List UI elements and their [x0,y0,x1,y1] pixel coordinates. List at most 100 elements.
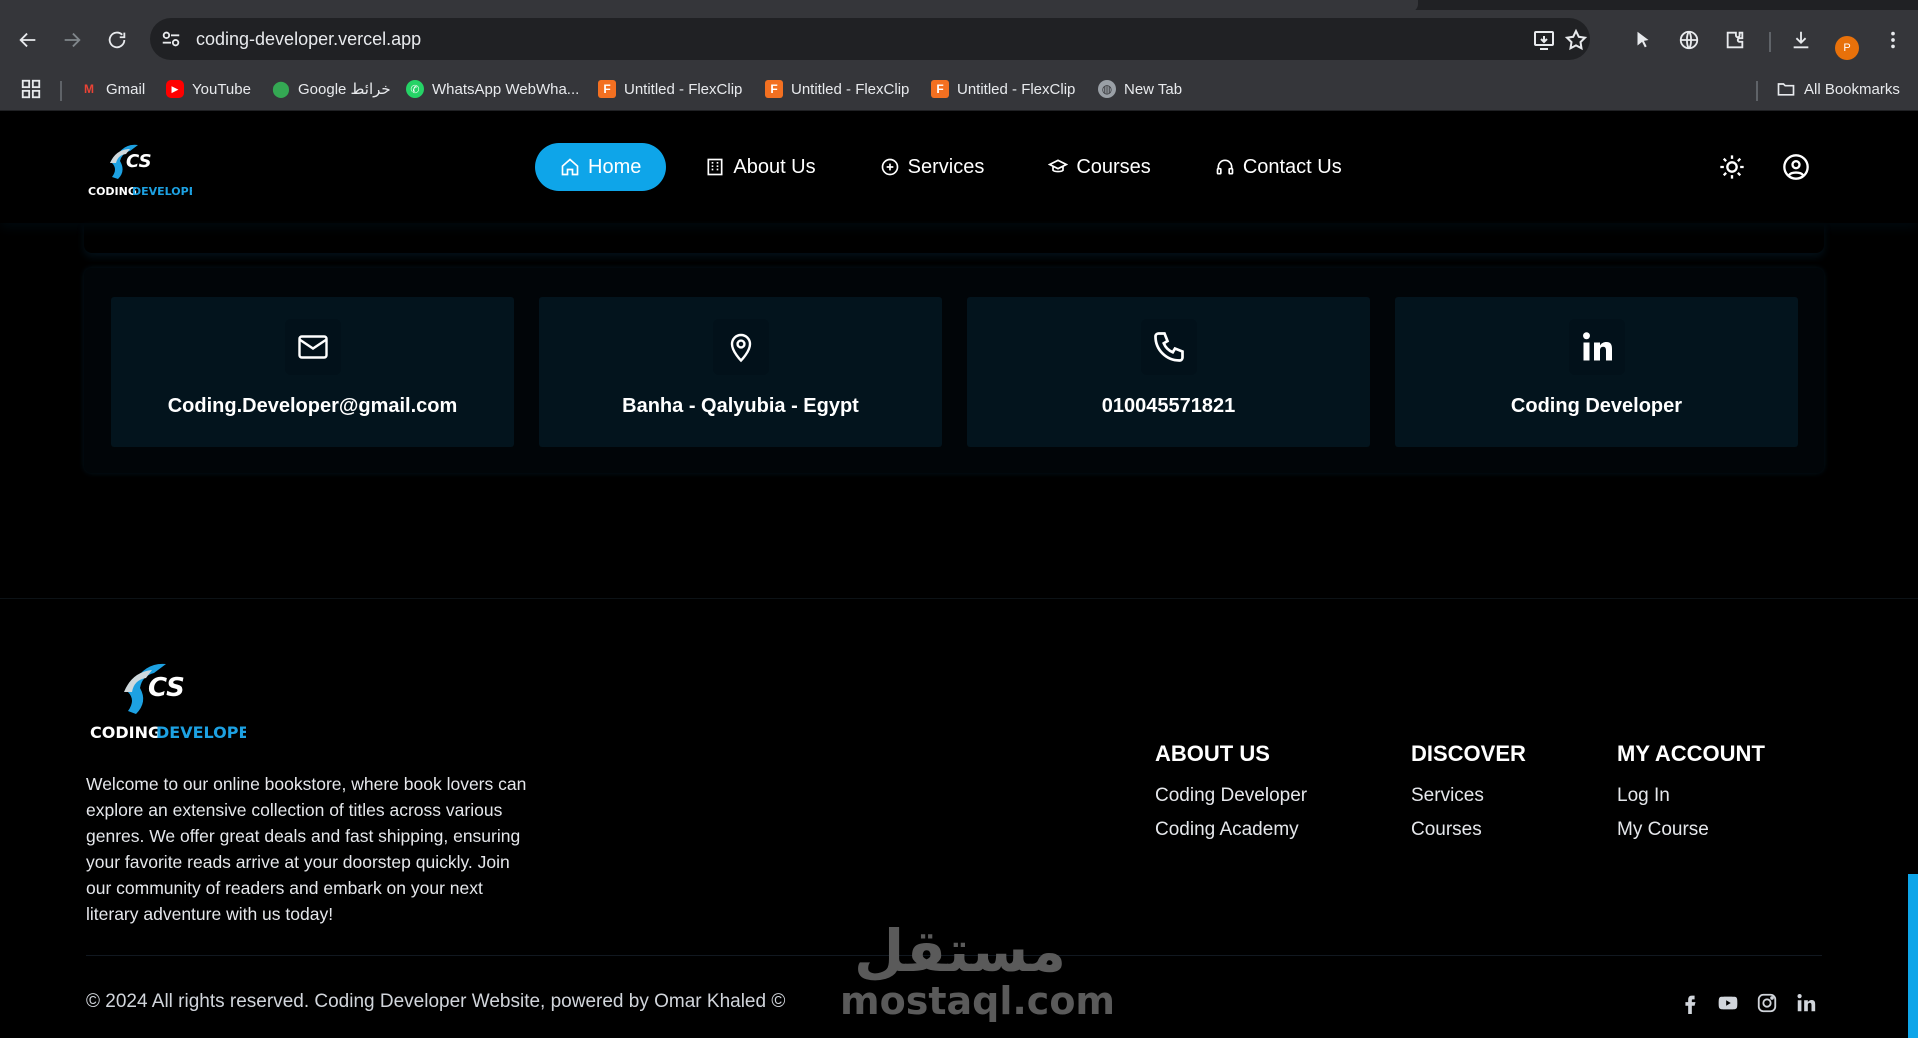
nav-courses[interactable]: Courses [1023,143,1175,191]
contact-linkedin[interactable]: Coding Developer [1395,395,1798,418]
bookmark-whatsapp[interactable]: ✆ WhatsApp WebWha... [406,75,579,103]
browser-toolbar: coding-developer.vercel.app P [0,10,1918,68]
back-button[interactable] [13,25,43,55]
nav-label: Contact Us [1242,155,1342,178]
contact-location: Banha - Qalyubia - Egypt [622,395,859,417]
reload-button[interactable] [102,25,132,55]
svg-text:CODING: CODING [90,723,161,742]
youtube-icon[interactable] [1717,992,1739,1014]
vpn-extension-icon[interactable] [1676,27,1702,53]
plus-circle-icon [881,158,898,176]
headset-icon [1216,159,1234,175]
address-bar[interactable]: coding-developer.vercel.app [150,18,1590,60]
nav-home[interactable]: Home [535,143,667,191]
download-icon[interactable] [1788,27,1814,53]
apps-icon[interactable] [20,75,42,103]
bookmark-label: YouTube [192,80,251,98]
bookmark-label: Untitled - FlexClip [957,80,1076,98]
home-icon [561,158,579,176]
footer-link[interactable]: Log In [1617,785,1765,807]
main-nav: Home About Us Services Courses Contact U… [535,143,1381,191]
bookmark-maps[interactable]: ⬤ Google خرائط [272,75,391,103]
bookmark-new-tab[interactable]: ◍ New Tab [1098,75,1182,103]
theme-toggle-sun-icon[interactable] [1718,153,1746,181]
footer-about-text: Welcome to our online bookstore, where b… [86,774,527,924]
facebook-icon[interactable] [1679,992,1701,1014]
forward-button[interactable] [57,25,87,55]
contact-card-email[interactable]: Coding.Developer@gmail.com [111,297,514,447]
youtube-icon: ▶ [166,80,184,98]
toolbar-separator [1769,32,1771,52]
tab-strip [0,0,1918,12]
arrow-right-icon [64,32,81,48]
contact-phone[interactable]: 010045571821 [967,395,1370,418]
bookmark-flexclip-3[interactable]: F Untitled - FlexClip [931,75,1075,103]
instagram-icon[interactable] [1756,992,1778,1014]
profile-avatar[interactable]: P [1835,36,1859,60]
svg-text:CODING: CODING [88,185,137,198]
nav-label: About Us [733,155,816,178]
bookmarks-bar: M Gmail ▶ YouTube ⬤ Google خرائط ✆ Whats… [0,68,1918,111]
footer-column-about: ABOUT US Coding Developer Coding Academy [1155,741,1307,853]
bookmark-gmail[interactable]: M Gmail [80,75,145,103]
install-app-icon[interactable] [1532,28,1556,52]
flexclip-icon: F [765,80,783,98]
linkedin-icon[interactable] [1795,992,1817,1014]
user-account-icon[interactable] [1782,153,1810,181]
nav-label: Services [907,155,985,178]
cursor-extension-icon[interactable] [1630,27,1656,53]
linkedin-icon [1568,319,1625,375]
contact-card-location[interactable]: Banha - Qalyubia - Egypt [539,297,942,447]
nav-label: Courses [1076,155,1151,178]
reload-icon [108,31,126,49]
footer-link[interactable]: My Course [1617,819,1765,841]
bookmark-flexclip-1[interactable]: F Untitled - FlexClip [598,75,742,103]
svg-text:CS: CS [126,151,152,172]
svg-text:CS: CS [148,673,185,703]
site-logo[interactable]: CS CODING DEVELOPER [86,137,192,201]
footer-link[interactable]: Coding Developer [1155,785,1307,807]
svg-text:DEVELOPER: DEVELOPER [156,723,246,742]
contact-card-phone[interactable]: 010045571821 [967,297,1370,447]
extensions-icon[interactable] [1722,27,1748,53]
browser-chrome: coding-developer.vercel.app P M Gmail ▶ … [0,0,1918,111]
nav-label: Home [588,155,642,178]
maps-icon: ⬤ [272,81,290,98]
arrow-left-icon [19,32,36,48]
star-icon[interactable] [1564,28,1588,52]
footer-heading: DISCOVER [1411,741,1526,766]
bookmarks-separator [1756,81,1758,101]
nav-contact[interactable]: Contact Us [1190,143,1367,191]
bookmark-label: Gmail [106,80,146,98]
bookmark-label: WhatsApp WebWha... [432,80,580,98]
menu-kebab-icon[interactable] [1880,27,1906,53]
svg-text:DEVELOPER: DEVELOPER [132,185,192,198]
all-bookmarks-label: All Bookmarks [1804,80,1900,98]
bookmarks-separator [60,81,62,101]
all-bookmarks-button[interactable]: All Bookmarks [1776,75,1900,103]
bookmark-label: Untitled - FlexClip [791,80,910,98]
site-settings-icon[interactable] [160,28,182,50]
footer-logo[interactable]: CS CODING DEVELOPER [86,654,246,746]
bookmark-flexclip-2[interactable]: F Untitled - FlexClip [765,75,909,103]
bookmark-youtube[interactable]: ▶ YouTube [166,75,251,103]
building-icon [707,158,723,176]
scrollbar-thumb[interactable] [1908,874,1918,1038]
contact-email[interactable]: Coding.Developer@gmail.com [111,395,514,418]
whatsapp-icon: ✆ [406,80,424,98]
nav-about[interactable]: About Us [680,143,840,191]
footer-column-account: MY ACCOUNT Log In My Course [1617,741,1765,853]
footer-heading: ABOUT US [1155,741,1270,766]
url-text[interactable]: coding-developer.vercel.app [196,29,421,50]
graduation-cap-icon [1048,159,1069,173]
contact-card-linkedin[interactable]: Coding Developer [1395,297,1798,447]
bookmark-label: Untitled - FlexClip [624,80,743,98]
nav-services[interactable]: Services [855,143,1010,191]
mostaql-watermark: مستقل mostaql.com [840,921,1115,1031]
footer-link[interactable]: Courses [1411,819,1526,841]
footer-link[interactable]: Coding Academy [1155,819,1307,841]
footer-link[interactable]: Services [1411,785,1526,807]
footer-divider [0,598,1918,599]
section-edge [84,223,1824,253]
site-navbar: CS CODING DEVELOPER Home About Us Servic… [0,111,1918,223]
